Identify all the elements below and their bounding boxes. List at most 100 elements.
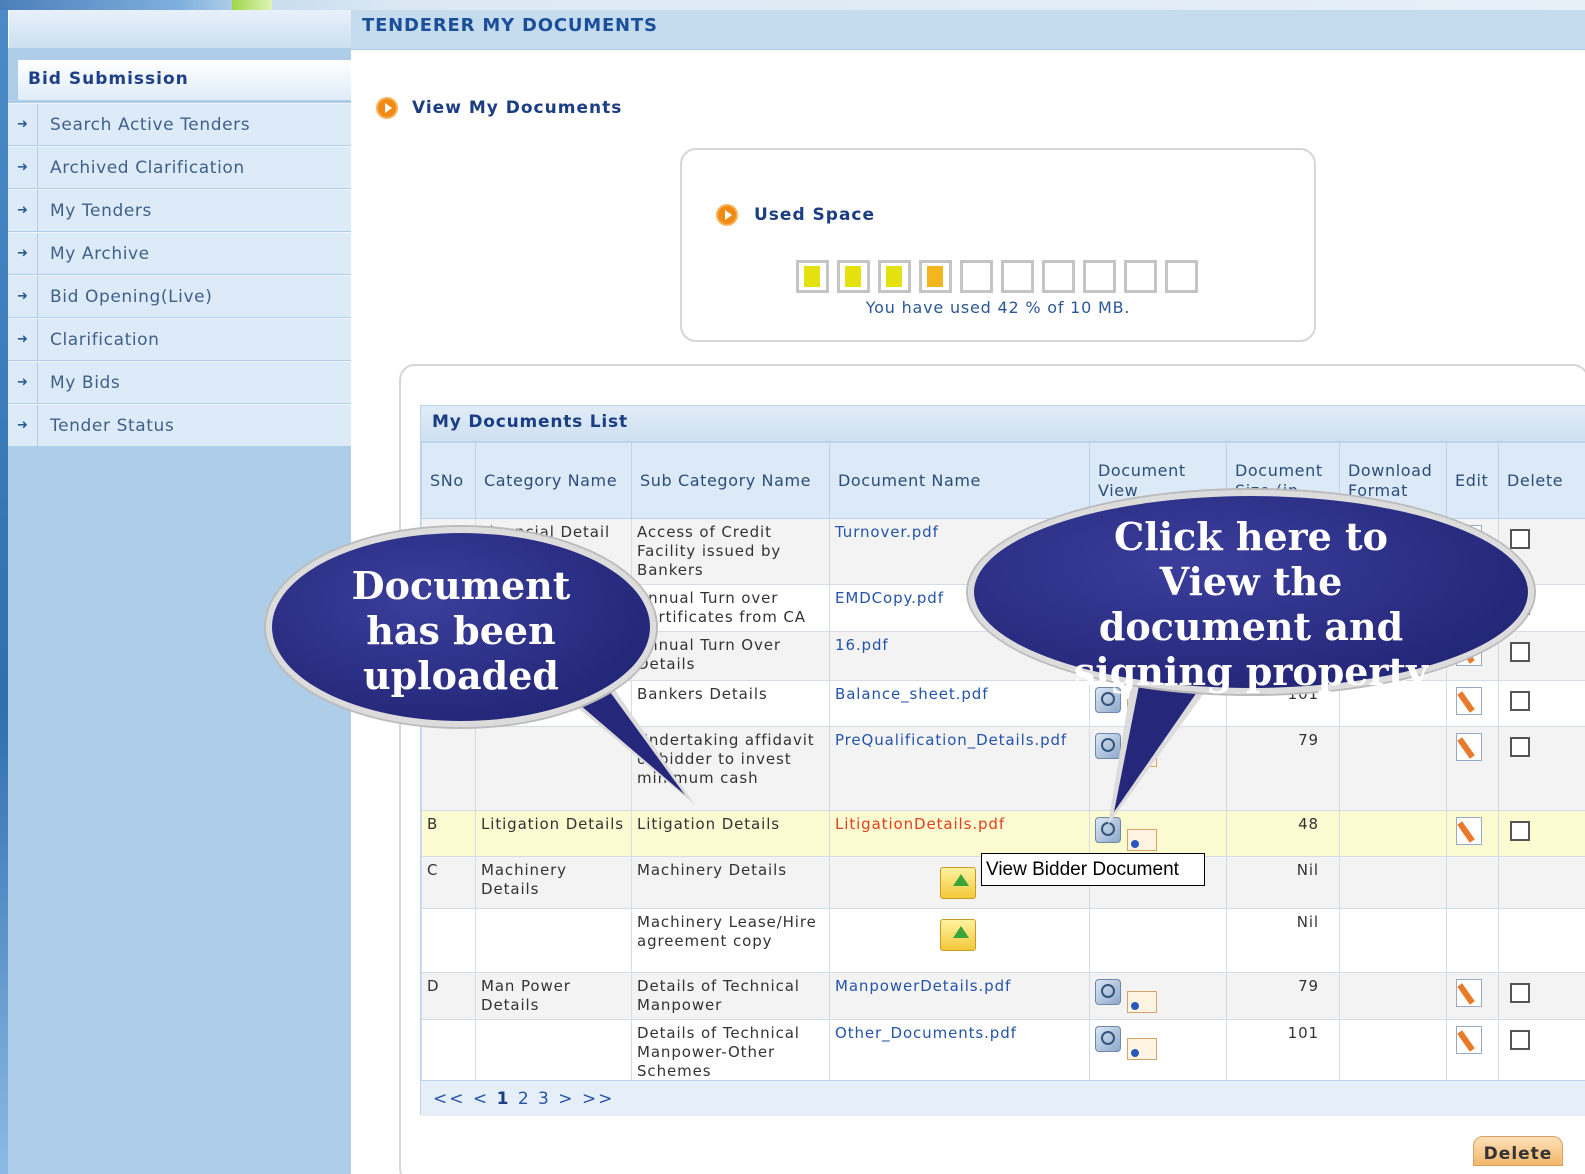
document-name-link[interactable]: LitigationDetails.pdf <box>835 815 1005 833</box>
usage-text: You have used 42 % of 10 MB. <box>865 298 1131 317</box>
delete-checkbox[interactable] <box>1510 983 1530 1003</box>
documents-list-title: My Documents List <box>421 406 1585 442</box>
page-last-link[interactable]: >> <box>582 1089 615 1109</box>
delete-checkbox[interactable] <box>1510 821 1530 841</box>
sidebar-item[interactable]: ➜ Clarification <box>8 318 351 361</box>
column-header: SNo <box>421 442 476 519</box>
sidebar-item[interactable]: ➜ My Bids <box>8 361 351 404</box>
document-name-cell: PreQualification_Details.pdf <box>829 726 1090 811</box>
usage-block <box>878 260 911 293</box>
document-name-link[interactable]: Balance_sheet.pdf <box>835 685 988 703</box>
table-row: Details of Technical Manpower-Other Sche… <box>421 1019 1585 1086</box>
sidebar-item[interactable]: ➜ My Archive <box>8 232 351 275</box>
download-format-cell <box>1339 726 1447 811</box>
sidebar-item-label: My Bids <box>50 372 121 393</box>
download-format-cell <box>1339 856 1447 909</box>
edit-icon[interactable] <box>1456 979 1482 1007</box>
view-my-documents-label: View My Documents <box>412 98 623 118</box>
usage-block <box>1001 260 1034 293</box>
delete-cell <box>1498 856 1585 909</box>
sno-cell <box>421 908 476 973</box>
download-format-cell <box>1339 908 1447 973</box>
sidebar-item[interactable]: ➜ Search Active Tenders <box>8 103 351 146</box>
column-header-label: Delete <box>1507 470 1564 490</box>
document-size-cell: 79 <box>1226 972 1340 1020</box>
arrow-right-icon: ➜ <box>8 319 38 360</box>
delete-checkbox[interactable] <box>1510 1030 1530 1050</box>
sidebar-item[interactable]: ➜ Tender Status <box>8 404 351 447</box>
sno-cell <box>421 1019 476 1086</box>
document-view-cell <box>1089 1019 1227 1086</box>
page-next-link[interactable]: > <box>558 1089 574 1109</box>
delete-cell <box>1498 810 1585 857</box>
delete-button[interactable]: Delete <box>1473 1136 1563 1166</box>
document-name-link[interactable]: Other_Documents.pdf <box>835 1024 1017 1042</box>
document-name-cell: ManpowerDetails.pdf <box>829 972 1090 1020</box>
document-view-cell <box>1089 908 1227 973</box>
download-format-cell <box>1339 972 1447 1020</box>
usage-block <box>837 260 870 293</box>
sidebar-item[interactable]: ➜ Archived Clarification <box>8 146 351 189</box>
category-cell <box>475 908 632 973</box>
upload-icon[interactable] <box>940 919 976 951</box>
page-first-link[interactable]: << <box>433 1089 466 1109</box>
certificate-icon[interactable] <box>1127 991 1157 1013</box>
usage-meter <box>796 260 1198 293</box>
delete-checkbox[interactable] <box>1510 737 1530 757</box>
column-header-label: Edit <box>1455 470 1489 490</box>
delete-checkbox[interactable] <box>1510 691 1530 711</box>
table-row: Machinery Lease/Hire agreement copy Nil <box>421 908 1585 973</box>
usage-block <box>796 260 829 293</box>
sno-cell: D <box>421 972 476 1020</box>
orange-arrow-icon <box>716 204 738 226</box>
document-name-link[interactable]: 16.pdf <box>835 636 889 654</box>
document-name-cell <box>829 908 1090 973</box>
delete-cell <box>1498 1019 1585 1086</box>
page-1-link[interactable]: 1 <box>497 1089 511 1109</box>
page-2-link[interactable]: 2 <box>518 1089 531 1109</box>
sno-cell: B <box>421 810 476 857</box>
page-3-link[interactable]: 3 <box>538 1089 551 1109</box>
subcategory-cell: Details of Technical Manpower-Other Sche… <box>631 1019 830 1086</box>
subcategory-cell: Litigation Details <box>631 810 830 857</box>
view-document-icon[interactable] <box>1095 979 1121 1005</box>
view-document-icon[interactable] <box>1095 1026 1121 1052</box>
arrow-right-icon: ➜ <box>8 276 38 317</box>
sidebar-item-label: My Tenders <box>50 200 152 221</box>
column-header-label: Document Name <box>838 470 981 490</box>
subcategory-cell: Details of Technical Manpower <box>631 972 830 1020</box>
usage-block <box>1042 260 1075 293</box>
sidebar-item[interactable]: ➜ Bid Opening(Live) <box>8 275 351 318</box>
category-cell: Man Power Details <box>475 972 632 1020</box>
sidebar-item-label: Clarification <box>50 329 160 350</box>
document-view-cell <box>1089 972 1227 1020</box>
used-space-label: Used Space <box>754 205 876 225</box>
page-title: TENDERER MY DOCUMENTS <box>351 10 1585 50</box>
sidebar-item-label: Search Active Tenders <box>50 114 251 135</box>
subcategory-cell: Machinery Details <box>631 856 830 909</box>
document-name-link[interactable]: PreQualification_Details.pdf <box>835 731 1067 749</box>
column-header-label: Category Name <box>484 470 618 490</box>
usage-block <box>1165 260 1198 293</box>
category-cell: Machinery Details <box>475 856 632 909</box>
edit-icon[interactable] <box>1456 733 1482 761</box>
document-name-link[interactable]: ManpowerDetails.pdf <box>835 977 1011 995</box>
edit-icon[interactable] <box>1456 817 1482 845</box>
left-callout-text: Document has been uploaded <box>351 563 571 698</box>
edit-icon[interactable] <box>1456 1026 1482 1054</box>
edit-cell <box>1446 908 1499 973</box>
certificate-icon[interactable] <box>1127 829 1157 851</box>
document-name-link[interactable]: EMDCopy.pdf <box>835 589 944 607</box>
edit-cell <box>1446 810 1499 857</box>
document-size-cell: Nil <box>1226 856 1340 909</box>
certificate-icon[interactable] <box>1127 1038 1157 1060</box>
download-format-cell <box>1339 810 1447 857</box>
upload-icon[interactable] <box>940 867 976 899</box>
document-name-cell: Other_Documents.pdf <box>829 1019 1090 1086</box>
document-size-cell: Nil <box>1226 908 1340 973</box>
used-space-panel: Used Space You have used 42 % of 10 MB. <box>680 148 1316 342</box>
sno-cell: C <box>421 856 476 909</box>
sidebar-item[interactable]: ➜ My Tenders <box>8 189 351 232</box>
document-name-link[interactable]: Turnover.pdf <box>835 523 939 541</box>
page-prev-link[interactable]: < <box>473 1089 489 1109</box>
